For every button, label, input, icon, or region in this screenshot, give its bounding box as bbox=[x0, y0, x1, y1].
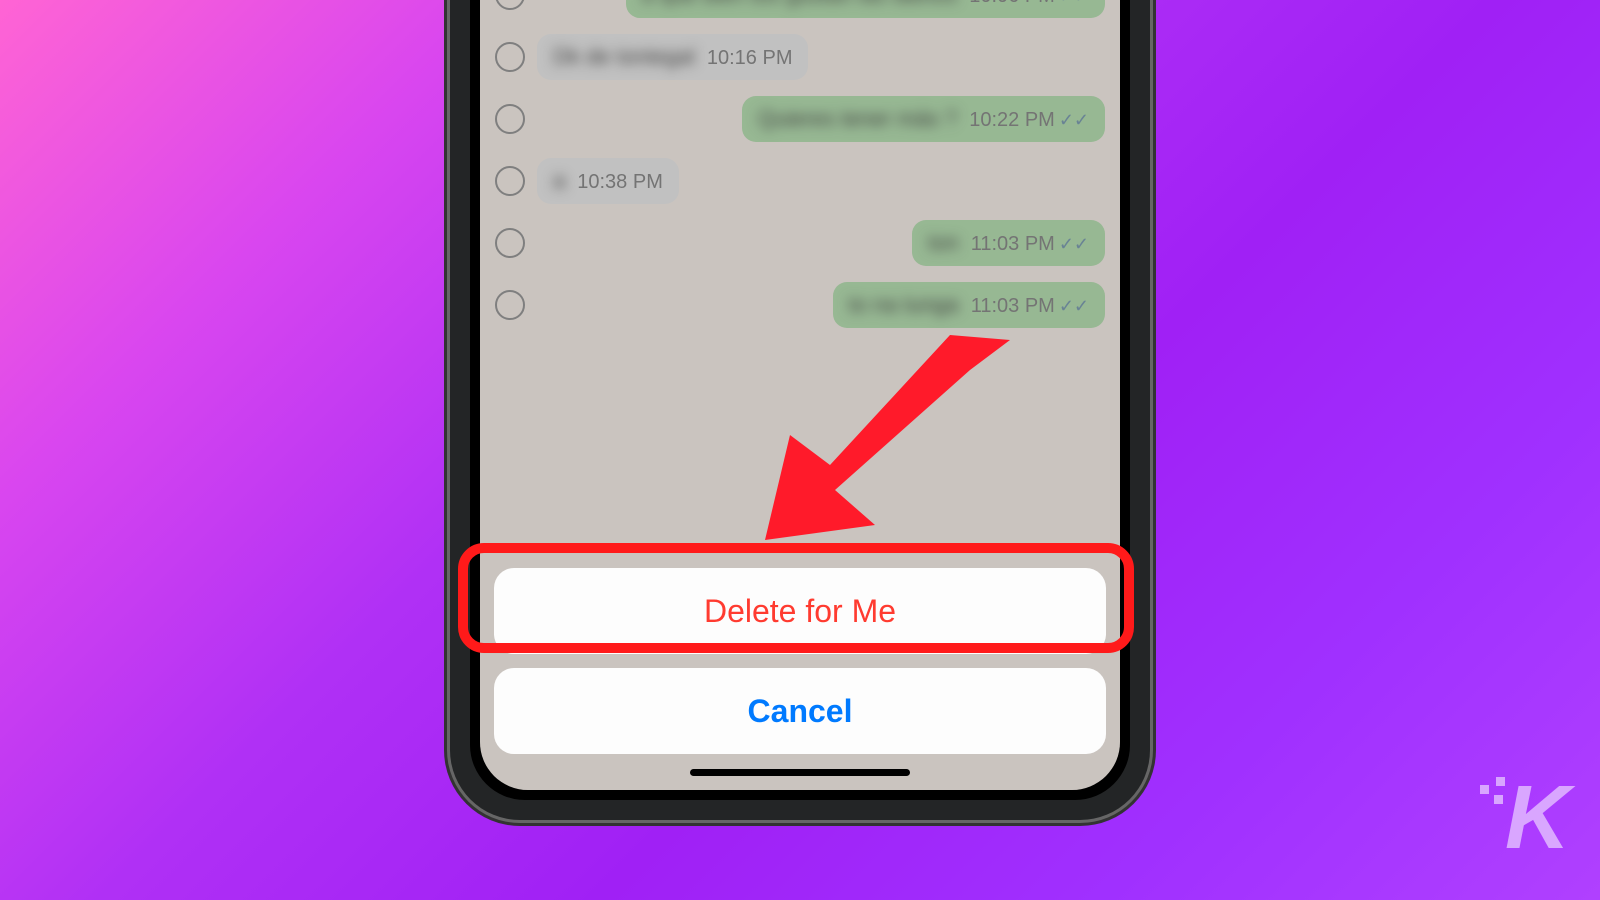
message-timestamp: 11:03 PM✓✓ bbox=[971, 295, 1089, 318]
message-text: Dk de tontegal bbox=[553, 44, 695, 70]
delete-for-me-button[interactable]: Delete for Me bbox=[494, 568, 1106, 654]
message-row[interactable]: d que bien tos gustan las tatinos 10:06 … bbox=[495, 0, 1105, 18]
message-text: ton bbox=[928, 230, 959, 256]
select-circle-icon[interactable] bbox=[495, 0, 525, 10]
cancel-button[interactable]: Cancel bbox=[494, 668, 1106, 754]
select-circle-icon[interactable] bbox=[495, 42, 525, 72]
message-row[interactable]: Dk de tontegal 10:16 PM bbox=[495, 34, 1105, 80]
message-bubble-outgoing: ton 11:03 PM✓✓ bbox=[912, 220, 1105, 266]
select-circle-icon[interactable] bbox=[495, 290, 525, 320]
read-checks-icon: ✓✓ bbox=[1059, 110, 1089, 130]
message-bubble-outgoing: d que bien tos gustan las tatinos 10:06 … bbox=[626, 0, 1105, 18]
message-timestamp: 11:03 PM✓✓ bbox=[971, 233, 1089, 256]
home-indicator[interactable] bbox=[690, 769, 910, 776]
message-timestamp: 10:38 PM bbox=[577, 171, 663, 194]
select-circle-icon[interactable] bbox=[495, 166, 525, 196]
message-row[interactable]: ton 11:03 PM✓✓ bbox=[495, 220, 1105, 266]
message-timestamp: 10:06 PM✓✓ bbox=[969, 0, 1089, 8]
message-text: to na tunga bbox=[849, 292, 959, 318]
phone-bezel: a 10:01 PM d que bien tos gustan las tat… bbox=[470, 0, 1130, 800]
phone-screen: a 10:01 PM d que bien tos gustan las tat… bbox=[480, 0, 1120, 790]
message-timestamp: 10:16 PM bbox=[707, 47, 793, 70]
read-checks-icon: ✓✓ bbox=[1059, 0, 1089, 6]
message-bubble-incoming: Dk de tontegal 10:16 PM bbox=[537, 34, 808, 80]
message-text: d que bien tos gustan las tatinos bbox=[642, 0, 958, 8]
phone-frame: a 10:01 PM d que bien tos gustan las tat… bbox=[450, 0, 1150, 820]
read-checks-icon: ✓✓ bbox=[1059, 296, 1089, 316]
message-bubble-outgoing: Quieres tener más ? 10:22 PM✓✓ bbox=[742, 96, 1105, 142]
message-bubble-outgoing: to na tunga 11:03 PM✓✓ bbox=[833, 282, 1105, 328]
watermark-logo: K bbox=[1505, 767, 1565, 870]
message-text: a bbox=[553, 168, 565, 194]
message-text: Quieres tener más ? bbox=[758, 106, 957, 132]
message-row[interactable]: a 10:38 PM bbox=[495, 158, 1105, 204]
read-checks-icon: ✓✓ bbox=[1059, 234, 1089, 254]
message-row[interactable]: Quieres tener más ? 10:22 PM✓✓ bbox=[495, 96, 1105, 142]
action-sheet: Delete for Me Cancel bbox=[494, 568, 1106, 754]
select-circle-icon[interactable] bbox=[495, 104, 525, 134]
message-bubble-incoming: a 10:38 PM bbox=[537, 158, 679, 204]
message-timestamp: 10:22 PM✓✓ bbox=[969, 109, 1089, 132]
message-row[interactable]: to na tunga 11:03 PM✓✓ bbox=[495, 282, 1105, 328]
select-circle-icon[interactable] bbox=[495, 228, 525, 258]
